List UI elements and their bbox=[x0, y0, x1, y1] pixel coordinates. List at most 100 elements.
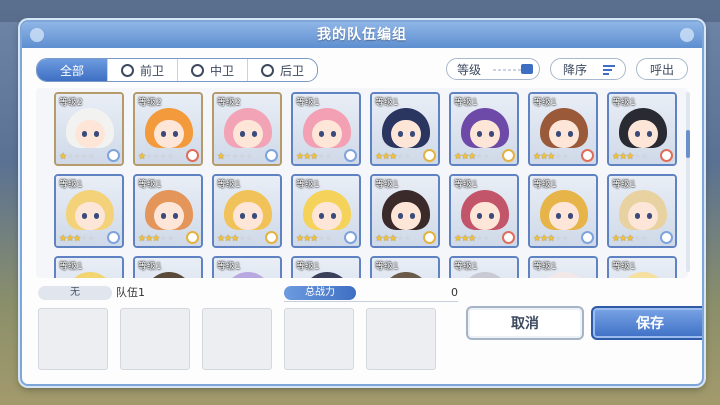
character-card[interactable]: 等级1 ★★★★★ bbox=[449, 92, 519, 166]
character-card[interactable]: 等级1★★★★★ bbox=[133, 174, 203, 248]
character-card[interactable]: 等级1★★★★★ bbox=[291, 256, 361, 278]
sort-order-button[interactable]: 降序 bbox=[550, 58, 626, 80]
back-role-icon bbox=[265, 149, 278, 162]
character-level: 等级1 bbox=[296, 262, 320, 272]
portrait-eye bbox=[556, 131, 561, 137]
sort-order-label: 降序 bbox=[563, 62, 588, 77]
portrait-hair bbox=[224, 272, 272, 278]
portrait-eye bbox=[173, 213, 178, 219]
character-card[interactable]: 等级1★★★★★ bbox=[54, 174, 124, 248]
team-slot-2[interactable] bbox=[120, 308, 190, 370]
character-card[interactable]: 等级1★★★★★ bbox=[528, 92, 598, 166]
portrait-eye bbox=[161, 213, 166, 219]
cancel-button[interactable]: 取消 bbox=[466, 306, 584, 340]
portrait-eye bbox=[331, 213, 336, 219]
portrait-eye bbox=[568, 131, 573, 137]
star-rating: ★★★★★ bbox=[138, 152, 174, 162]
team-slot-5[interactable] bbox=[366, 308, 436, 370]
star-rating: ★★★★★ bbox=[296, 152, 332, 162]
character-card[interactable]: 等级1★★★★★ bbox=[449, 256, 519, 278]
character-card[interactable]: 等级1★★★★★ bbox=[291, 174, 361, 248]
team-name[interactable]: 队伍1 bbox=[116, 284, 145, 302]
character-card[interactable]: 等级2 ★★★★★ bbox=[212, 92, 282, 166]
character-card[interactable]: 等级2 ★★★★★ bbox=[54, 92, 124, 166]
character-card[interactable]: 等级1★★★★★ bbox=[607, 174, 677, 248]
team-slot-4[interactable] bbox=[284, 308, 354, 370]
portrait-eye bbox=[647, 131, 652, 137]
character-grid: 等级2 ★★★★★ 等级2 ★★★★★ 等级2 ★★★★★ 等级1 ★★★★★ 等级1 ★★★★★… bbox=[36, 88, 688, 278]
dialog-title: 我的队伍编组 bbox=[317, 27, 407, 43]
sort-key-label: 等级 bbox=[457, 62, 482, 77]
power-divider bbox=[284, 301, 458, 302]
character-card[interactable]: 等级1★★★★★ bbox=[370, 256, 440, 278]
portrait-eye bbox=[398, 213, 403, 219]
portrait-eye bbox=[489, 131, 494, 137]
character-level: 等级2 bbox=[217, 98, 241, 108]
sort-key-button[interactable]: 等级 bbox=[446, 58, 540, 80]
grid-scroll-thumb[interactable] bbox=[686, 130, 690, 158]
character-level: 等级1 bbox=[217, 262, 241, 272]
character-level: 等级1 bbox=[612, 262, 636, 272]
character-level: 等级1 bbox=[612, 180, 636, 190]
tab-back[interactable]: 后卫 bbox=[247, 59, 317, 81]
front-role-icon bbox=[581, 149, 594, 162]
portrait-hair bbox=[145, 272, 193, 278]
tab-front[interactable]: 前卫 bbox=[107, 59, 177, 81]
portrait-hair bbox=[382, 272, 430, 278]
tab-all[interactable]: 全部 bbox=[37, 59, 107, 81]
team-slot-3[interactable] bbox=[202, 308, 272, 370]
front-role-icon bbox=[502, 231, 515, 244]
sort-descending-icon bbox=[603, 65, 615, 75]
portrait-hair bbox=[303, 272, 351, 278]
back-role-icon bbox=[660, 231, 673, 244]
star-rating: ★★★★★ bbox=[59, 234, 95, 244]
star-empty-icon: ★ bbox=[482, 152, 490, 162]
team-panel: 无 队伍1 总战力 0 取消 保存 bbox=[36, 284, 702, 374]
star-empty-icon: ★ bbox=[640, 152, 648, 162]
portrait-hair bbox=[461, 272, 509, 278]
character-level: 等级1 bbox=[454, 98, 478, 108]
title-ornament-icon bbox=[680, 28, 694, 42]
portrait-face bbox=[154, 120, 184, 148]
star-empty-icon: ★ bbox=[403, 234, 411, 244]
character-card[interactable]: 等级1★★★★★ bbox=[212, 174, 282, 248]
middle-role-icon bbox=[502, 149, 515, 162]
star-empty-icon: ★ bbox=[166, 152, 174, 162]
star-rating: ★★★★★ bbox=[454, 152, 490, 162]
character-card[interactable]: 等级1★★★★★ bbox=[449, 174, 519, 248]
portrait-eye bbox=[252, 213, 257, 219]
character-card[interactable]: 等级1★★★★★ bbox=[370, 92, 440, 166]
portrait-eye bbox=[635, 131, 640, 137]
portrait-eye bbox=[398, 131, 403, 137]
tab-middle[interactable]: 中卫 bbox=[177, 59, 247, 81]
character-card[interactable]: 等级1★★★★★ bbox=[528, 256, 598, 278]
character-card[interactable]: 等级1★★★★★ bbox=[212, 256, 282, 278]
tab-front-label: 前卫 bbox=[139, 63, 164, 78]
character-level: 等级1 bbox=[375, 262, 399, 272]
portrait-eye bbox=[647, 213, 652, 219]
portrait-eye bbox=[477, 131, 482, 137]
back-role-icon bbox=[107, 149, 120, 162]
save-button[interactable]: 保存 bbox=[591, 306, 702, 340]
portrait-hair bbox=[540, 272, 588, 278]
character-card[interactable]: 等级2 ★★★★★ bbox=[133, 92, 203, 166]
character-card[interactable]: 等级1★★★★★ bbox=[54, 256, 124, 278]
star-rating: ★★★★★ bbox=[612, 152, 648, 162]
character-card[interactable]: 等级1★★★★★ bbox=[607, 256, 677, 278]
call-button[interactable]: 呼出 bbox=[636, 58, 688, 80]
character-card[interactable]: 等级1★★★★★ bbox=[291, 92, 361, 166]
character-level: 等级1 bbox=[217, 180, 241, 190]
portrait-face bbox=[470, 120, 500, 148]
star-rating: ★★★★★ bbox=[59, 152, 95, 162]
character-card[interactable]: 等级1★★★★★ bbox=[370, 174, 440, 248]
portrait-face bbox=[628, 202, 658, 230]
game-header-backdrop bbox=[0, 0, 720, 22]
grid-scrollbar[interactable] bbox=[686, 92, 690, 272]
character-card[interactable]: 等级1★★★★★ bbox=[133, 256, 203, 278]
character-card[interactable]: 等级1★★★★★ bbox=[528, 174, 598, 248]
team-slot-1[interactable] bbox=[38, 308, 108, 370]
portrait-eye bbox=[331, 131, 336, 137]
character-card[interactable]: 等级1★★★★★ bbox=[607, 92, 677, 166]
portrait-face bbox=[154, 202, 184, 230]
call-button-label: 呼出 bbox=[649, 62, 674, 77]
